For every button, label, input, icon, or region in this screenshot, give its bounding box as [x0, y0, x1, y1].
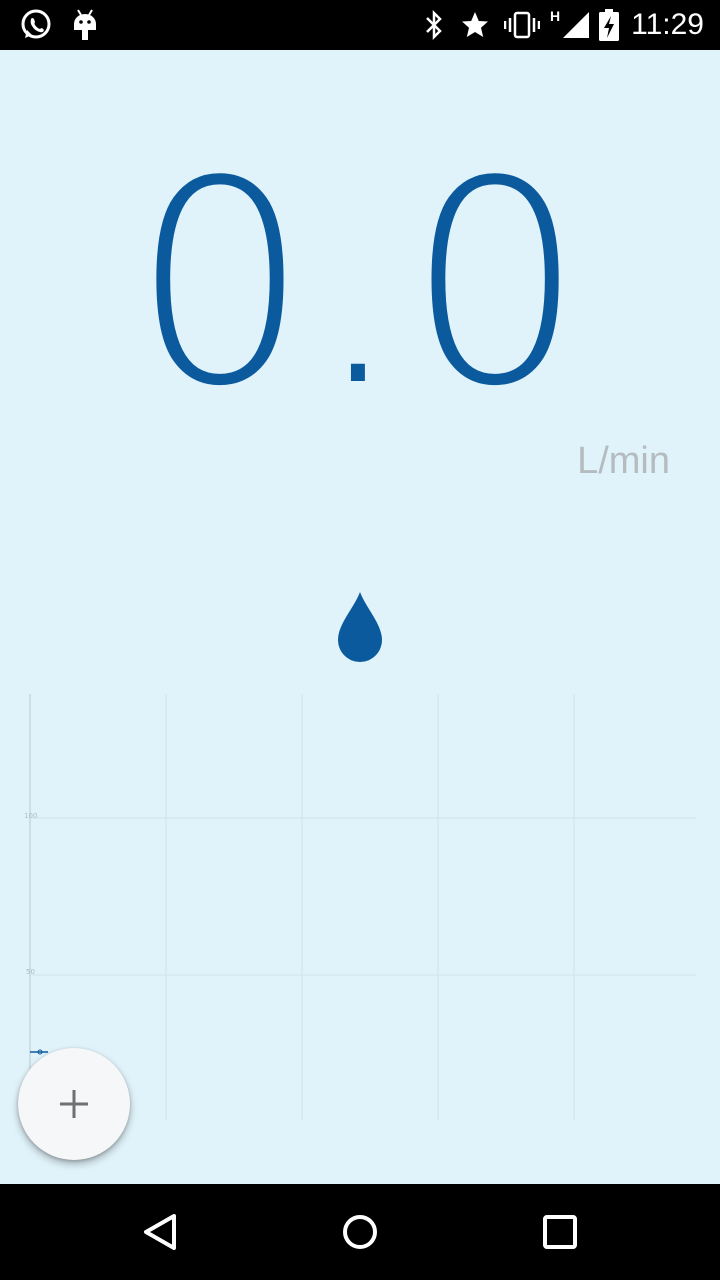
flow-reading: 0.0	[131, 122, 589, 448]
back-button[interactable]	[100, 1184, 220, 1280]
android-icon	[72, 0, 98, 50]
series-line	[30, 1049, 48, 1055]
add-button[interactable]	[18, 1048, 130, 1160]
home-button[interactable]	[300, 1184, 420, 1280]
plus-icon	[58, 1088, 90, 1120]
chart-grid	[29, 694, 696, 1120]
navigation-bar	[0, 1184, 720, 1280]
recents-icon	[540, 1212, 580, 1252]
bluetooth-icon	[424, 0, 444, 50]
signal-icon: H	[550, 0, 591, 50]
flow-unit: L/min	[577, 440, 670, 482]
y-tick-label: 50	[26, 968, 35, 976]
whatsapp-icon	[18, 0, 54, 50]
home-icon	[340, 1212, 380, 1252]
status-time: 11:29	[631, 8, 704, 41]
battery-charging-icon	[598, 0, 620, 50]
y-tick-label: 100	[24, 812, 37, 820]
network-type-label: H	[550, 8, 561, 24]
star-icon	[460, 0, 490, 50]
status-bar: H 11:29	[0, 0, 720, 50]
recents-button[interactable]	[500, 1184, 620, 1280]
back-icon	[140, 1212, 180, 1252]
water-drop-icon	[336, 590, 384, 668]
vibrate-icon	[504, 0, 540, 50]
